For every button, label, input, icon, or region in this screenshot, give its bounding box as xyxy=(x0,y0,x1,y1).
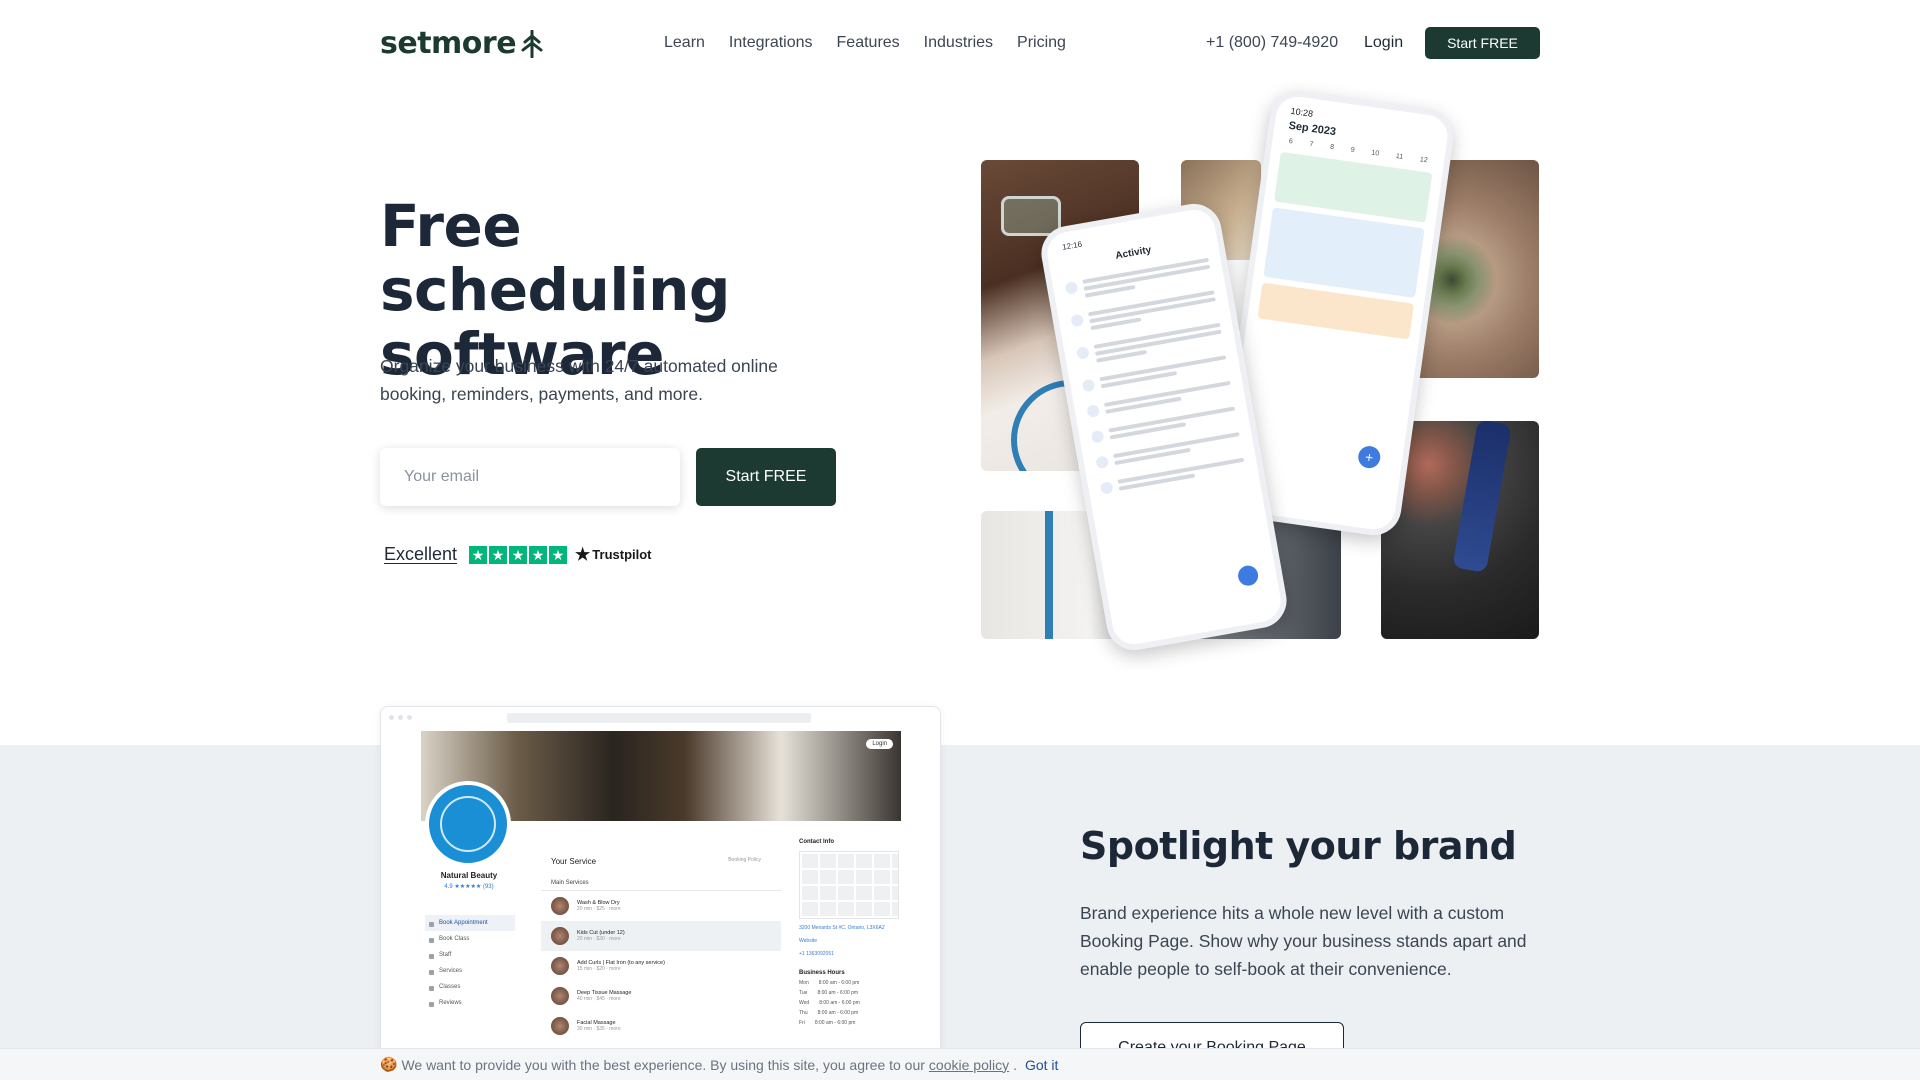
calendar-day: 8 xyxy=(1329,143,1335,152)
calendar-day: 11 xyxy=(1395,152,1404,161)
spotlight-title: Spotlight your brand xyxy=(1080,824,1517,868)
booking-page-preview: Login Natural Beauty 4.9 ★★★★★ (93) Book… xyxy=(380,706,941,1080)
calendar-day: 10 xyxy=(1370,149,1380,158)
menu-book-appointment: Book Appointment xyxy=(425,915,515,931)
services-panel: Your Service Booking Policy Main Service… xyxy=(541,857,781,1041)
rating-label: Excellent xyxy=(384,544,458,564)
rating-stars: ★ ★ ★ ★ ★ xyxy=(469,545,568,564)
calendar-day: 6 xyxy=(1288,137,1294,146)
hero-start-free-button[interactable]: Start FREE xyxy=(696,448,836,506)
booking-policy-link: Booking Policy xyxy=(728,857,761,863)
login-link[interactable]: Login xyxy=(1364,34,1403,52)
cookie-policy-link[interactable]: cookie policy xyxy=(929,1057,1009,1073)
hours-row: Wed 8:00 am - 6:00 pm xyxy=(799,1000,860,1006)
nav-pricing[interactable]: Pricing xyxy=(1017,34,1066,52)
email-input[interactable] xyxy=(380,448,680,506)
menu-book-class: Book Class xyxy=(425,931,515,947)
cookie-text: We want to provide you with the best exp… xyxy=(401,1056,925,1073)
tree-icon xyxy=(521,29,543,58)
nav-learn[interactable]: Learn xyxy=(664,34,705,52)
booking-login-button: Login xyxy=(866,739,893,749)
star-icon: ★ xyxy=(469,545,488,564)
calendar-event xyxy=(1263,207,1425,298)
leg-shape xyxy=(1452,421,1512,573)
spotlight-text: Brand experience hits a whole new level … xyxy=(1080,903,1527,979)
calendar-day: 9 xyxy=(1350,146,1356,155)
star-icon: ★ xyxy=(489,545,508,564)
business-address: 3200 Menards St #C, Ontario, L3X6A2 xyxy=(799,925,885,931)
hours-row: Thu 8:00 am - 6:00 pm xyxy=(799,1010,859,1016)
phone-number[interactable]: +1 (800) 749-4920 xyxy=(1206,34,1338,52)
business-phone: +1 1363092051 xyxy=(799,951,834,957)
header-start-free-button[interactable]: Start FREE xyxy=(1425,27,1540,59)
contact-panel: Contact Info 3200 Menards St #C, Ontario… xyxy=(799,839,919,1028)
service-item: Deep Tissue Massage 40 min · $45 · more xyxy=(541,981,781,1011)
menu-services: Services xyxy=(425,963,515,979)
setmore-logo[interactable]: setmore xyxy=(380,26,544,61)
business-website: Website xyxy=(799,938,817,944)
business-name: Natural Beauty xyxy=(440,871,498,880)
add-icon: + xyxy=(1356,444,1382,470)
business-logo xyxy=(425,781,511,867)
service-item: Facial Massage 30 min · $35 · more xyxy=(541,1011,781,1041)
star-icon: ★ xyxy=(549,545,568,564)
glasses-shape xyxy=(1001,196,1061,236)
service-item: Wash & Blow Dry 20 min · $25 · more xyxy=(541,891,781,921)
star-icon: ★ xyxy=(509,545,528,564)
contact-label: Contact Info xyxy=(799,839,834,845)
nav-integrations[interactable]: Integrations xyxy=(729,34,813,52)
browser-url-bar xyxy=(507,713,811,723)
booking-menu: Book Appointment Book Class Staff Servic… xyxy=(425,915,515,1011)
trustpilot-wordmark: Trustpilot xyxy=(592,547,652,562)
hours-row: Mon 8:00 am - 6:00 pm xyxy=(799,980,860,986)
cookie-accept-button[interactable]: Got it xyxy=(1025,1057,1058,1073)
site-header: setmore Learn Integrations Features Indu… xyxy=(0,0,1920,88)
trustpilot-rating[interactable]: Excellent ★ ★ ★ ★ ★ ★ Trustpilot xyxy=(384,544,652,565)
star-icon: ★ xyxy=(529,545,548,564)
cookie-icon: 🍪 xyxy=(380,1056,398,1072)
add-icon xyxy=(1236,564,1260,588)
spotlight-section-bg xyxy=(0,745,1920,1080)
main-nav: Learn Integrations Features Industries P… xyxy=(664,34,1066,52)
calendar-day: 7 xyxy=(1309,140,1314,149)
nav-features[interactable]: Features xyxy=(837,34,900,52)
logo-text: setmore xyxy=(380,26,517,61)
calendar-day: 12 xyxy=(1419,156,1429,165)
service-item: Kids Cut (under 12) 20 min · $30 · more xyxy=(541,921,781,951)
cookie-banner: 🍪 We want to provide you with the best e… xyxy=(0,1048,1920,1080)
services-title: Your Service xyxy=(551,857,597,866)
business-hours: Business Hours Mon 8:00 am - 6:00 pm Tue 8… xyxy=(799,968,919,1028)
hero-subtitle: Organize your business with 24/7 automat… xyxy=(380,356,778,404)
stethoscope-shape xyxy=(1045,511,1053,639)
service-group: Main Services xyxy=(541,880,781,891)
menu-staff: Staff xyxy=(425,947,515,963)
menu-classes: Classes xyxy=(425,979,515,995)
trustpilot-star-icon: ★ xyxy=(575,544,591,564)
map-thumbnail xyxy=(799,851,899,919)
services-header: Your Service Booking Policy xyxy=(541,857,781,866)
business-rating: 4.9 ★★★★★ (93) xyxy=(444,884,494,890)
trustpilot-logo: ★ Trustpilot xyxy=(575,545,651,565)
nav-industries[interactable]: Industries xyxy=(924,34,993,52)
hours-row: Fri 8:00 am - 6:00 pm xyxy=(799,1020,856,1026)
hours-row: Tue 8:00 am - 6:00 pm xyxy=(799,990,859,996)
menu-reviews: Reviews xyxy=(425,995,515,1011)
service-item: Add Curls | Flat Iron (to any service) 15… xyxy=(541,951,781,981)
